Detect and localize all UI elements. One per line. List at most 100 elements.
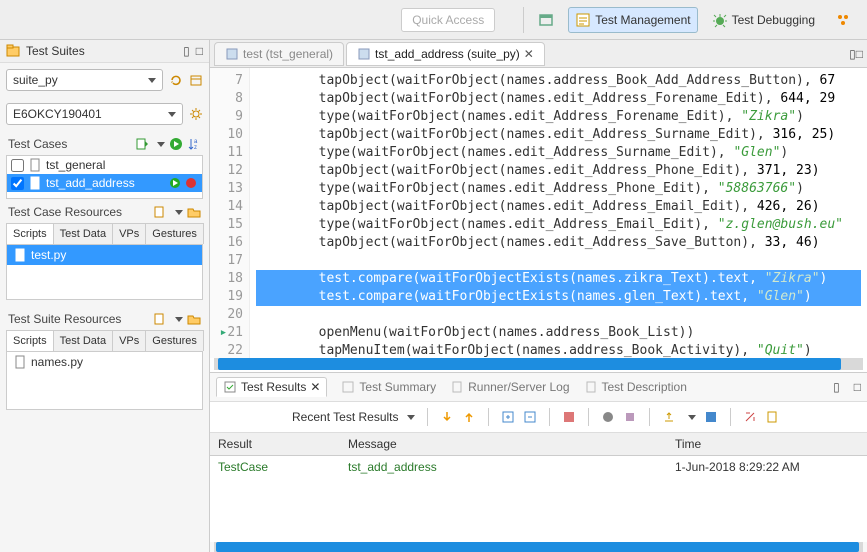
col-time[interactable]: Time: [667, 433, 867, 455]
test-management-perspective[interactable]: Test Management: [568, 7, 697, 33]
tcr-tab-testdata[interactable]: Test Data: [53, 223, 113, 244]
case-item-general[interactable]: tst_general: [7, 156, 202, 174]
line-gutter: 7891011121314151617181920▸212223: [210, 68, 250, 358]
filter1-icon[interactable]: [562, 410, 576, 424]
code-editor[interactable]: 7891011121314151617181920▸212223 tapObje…: [210, 68, 867, 358]
filter-select[interactable]: E6OKCY190401: [6, 103, 183, 125]
col-result[interactable]: Result: [210, 433, 340, 455]
clear-icon[interactable]: [623, 410, 637, 424]
case-label: tst_add_address: [46, 176, 135, 190]
tcr-tab-gestures[interactable]: Gestures: [145, 223, 204, 244]
maximize-view-button[interactable]: □: [196, 44, 203, 58]
desc-icon: [584, 380, 598, 394]
tcr-file-label: test.py: [31, 248, 66, 262]
open-folder-icon[interactable]: [187, 312, 201, 326]
editor-minimize[interactable]: ▯: [849, 47, 856, 61]
editor-tab-label: test (tst_general): [243, 47, 333, 61]
py-icon: [357, 47, 371, 61]
open-folder-icon[interactable]: [187, 205, 201, 219]
description-tab[interactable]: Test Description: [584, 380, 687, 394]
tcr-file[interactable]: test.py: [7, 245, 202, 265]
expand-icon[interactable]: [501, 410, 515, 424]
case-label: tst_general: [46, 158, 105, 172]
case-checkbox[interactable]: [11, 177, 24, 190]
py-file-icon: [13, 355, 27, 369]
tsr-tab-testdata[interactable]: Test Data: [53, 330, 113, 351]
runner-log-tab[interactable]: Runner/Server Log: [450, 380, 569, 394]
tsr-tab-gestures[interactable]: Gestures: [145, 330, 204, 351]
case-menu-dropdown[interactable]: [153, 137, 165, 151]
close-results-icon[interactable]: ✕: [310, 380, 320, 394]
tcr-tab-scripts[interactable]: Scripts: [6, 223, 54, 244]
editor-tab-general[interactable]: test (tst_general): [214, 42, 344, 66]
tsr-tab-vps[interactable]: VPs: [112, 330, 146, 351]
close-tab-icon[interactable]: ✕: [524, 47, 534, 61]
report-icon[interactable]: [765, 410, 779, 424]
code-area[interactable]: tapObject(waitForObject(names.address_Bo…: [250, 68, 867, 358]
svg-text:z: z: [194, 145, 197, 151]
suite-select[interactable]: suite_py: [6, 69, 163, 91]
col-message[interactable]: Message: [340, 433, 667, 455]
editor-maximize[interactable]: □: [856, 47, 863, 61]
test-suites-title: Test Suites: [26, 44, 177, 58]
checklist-icon: [575, 12, 591, 28]
cell-message: tst_add_address: [340, 456, 667, 478]
new-tcr-icon[interactable]: [153, 205, 167, 219]
link-icon[interactable]: [743, 410, 757, 424]
result-row[interactable]: TestCase tst_add_address 1-Jun-2018 8:29…: [210, 456, 867, 478]
summary-icon: [341, 380, 355, 394]
py-file-icon: [13, 248, 27, 262]
test-cases-label: Test Cases: [8, 137, 67, 151]
cell-result: TestCase: [210, 456, 340, 478]
tsr-file[interactable]: names.py: [7, 352, 202, 372]
new-tsr-icon[interactable]: [153, 312, 167, 326]
quick-access-input[interactable]: Quick Access: [401, 8, 495, 32]
tsr-file-label: names.py: [31, 355, 83, 369]
results-scrollbar[interactable]: [214, 542, 863, 552]
nodes-icon: [835, 12, 851, 28]
sort-icon[interactable]: az: [187, 137, 201, 151]
export-menu[interactable]: [684, 410, 696, 424]
calendar-icon[interactable]: [189, 73, 203, 87]
record-icon[interactable]: [184, 176, 198, 190]
tcr-label: Test Case Resources: [8, 205, 122, 219]
tsr-tab-scripts[interactable]: Scripts: [6, 330, 54, 351]
test-debugging-perspective[interactable]: Test Debugging: [706, 8, 821, 32]
cell-time: 1-Jun-2018 8:29:22 AM: [667, 456, 867, 478]
case-item-add-address[interactable]: tst_add_address: [7, 174, 202, 192]
recent-results-dropdown[interactable]: Recent Test Results: [292, 410, 415, 424]
results-minimize[interactable]: ▯: [833, 380, 840, 394]
save-results-icon[interactable]: [704, 410, 718, 424]
test-case-list[interactable]: tst_general tst_add_address: [6, 155, 203, 199]
palette-icon[interactable]: [601, 410, 615, 424]
settings-icon[interactable]: [189, 107, 203, 121]
run-icon[interactable]: [169, 137, 183, 151]
tsr-label: Test Suite Resources: [8, 312, 121, 326]
refresh-suite-icon[interactable]: [169, 73, 183, 87]
tsr-menu[interactable]: [171, 312, 183, 326]
results-tab[interactable]: Test Results ✕: [216, 377, 327, 397]
minimize-view-button[interactable]: ▯: [183, 44, 190, 58]
down-arrow-icon[interactable]: [440, 410, 454, 424]
test-management-label: Test Management: [595, 13, 690, 27]
suites-icon: [6, 44, 20, 58]
case-checkbox[interactable]: [11, 159, 24, 172]
editor-tab-label: tst_add_address (suite_py): [375, 47, 520, 61]
results-header: Result Message Time: [210, 433, 867, 456]
run-case-icon[interactable]: [168, 176, 182, 190]
results-maximize[interactable]: □: [854, 380, 861, 394]
test-debugging-label: Test Debugging: [732, 13, 815, 27]
up-arrow-icon[interactable]: [462, 410, 476, 424]
tcr-menu[interactable]: [171, 205, 183, 219]
tcr-tab-vps[interactable]: VPs: [112, 223, 146, 244]
editor-tab-add-address[interactable]: tst_add_address (suite_py) ✕: [346, 42, 545, 66]
open-perspective-button[interactable]: [532, 8, 560, 32]
new-case-icon[interactable]: [135, 137, 149, 151]
summary-tab[interactable]: Test Summary: [341, 380, 436, 394]
editor-horizontal-scrollbar[interactable]: [214, 358, 863, 370]
collapse-icon[interactable]: [523, 410, 537, 424]
perspective-extra-icon[interactable]: [829, 8, 857, 32]
export-icon[interactable]: [662, 410, 676, 424]
file-icon: [28, 158, 42, 172]
file-icon: [28, 176, 42, 190]
